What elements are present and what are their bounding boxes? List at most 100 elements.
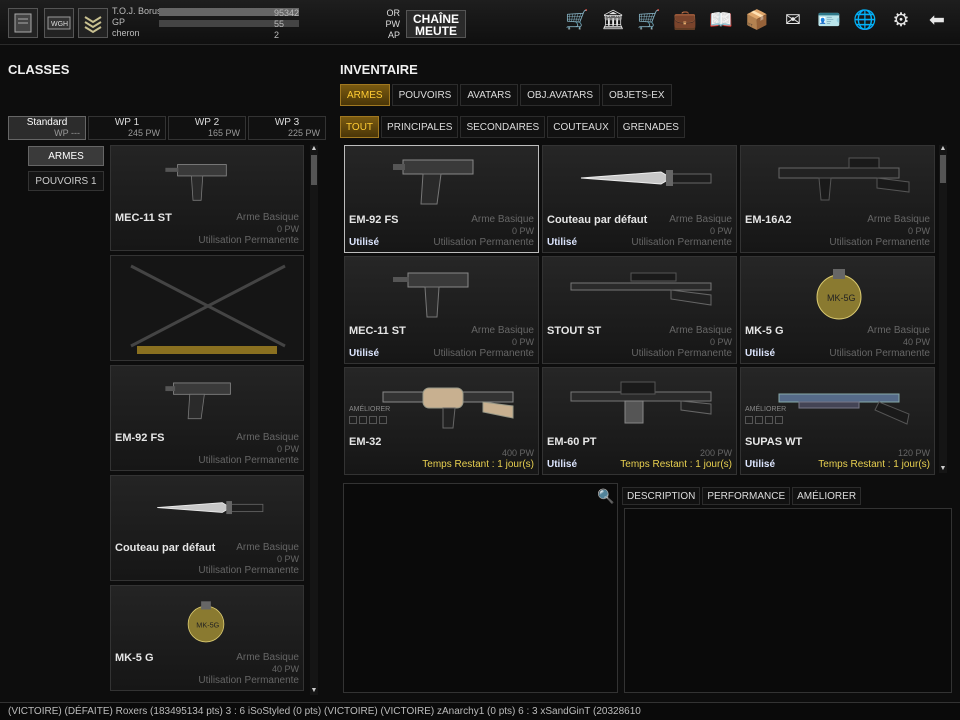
settings-gear-icon[interactable]: ⚙ xyxy=(886,8,916,34)
item-name: EM-60 PT xyxy=(547,436,597,448)
inventory-item-card[interactable]: AMÉLIORER SUPAS WT 120 PW Utilisé Temps Rest… xyxy=(740,367,935,475)
detail-tab[interactable]: PERFORMANCE xyxy=(702,487,791,505)
globe-icon[interactable]: 🌐 xyxy=(850,8,880,34)
detail-tab[interactable]: DESCRIPTION xyxy=(622,487,701,505)
currency-row: 55 PW xyxy=(274,19,400,30)
class-item-card[interactable]: MEC-11 ST Arme Basique 0 PW Utilisation Per… xyxy=(110,145,304,251)
item-name: EM-92 FS xyxy=(349,214,399,226)
class-tab[interactable]: WP 2 165 PW xyxy=(168,116,246,140)
item-type: Arme Basique xyxy=(471,214,534,225)
inventory-subtab[interactable]: SECONDAIRES xyxy=(460,116,546,138)
upgrade-slot xyxy=(745,416,753,424)
item-cost: 0 PW xyxy=(276,444,299,454)
bank-icon[interactable]: 🏛 xyxy=(598,8,628,34)
inventory-item-card[interactable]: MEC-11 ST Arme Basique 0 PW Utilisé Utilisat… xyxy=(344,256,539,364)
inventory-item-card[interactable]: Couteau par défaut Arme Basique 0 PW Utilis… xyxy=(542,145,737,253)
item-usage: Utilisation Permanente xyxy=(198,455,299,466)
scroll-up-icon[interactable]: ▲ xyxy=(939,145,947,153)
scroll-thumb[interactable] xyxy=(940,155,946,183)
weapon-preview-panel: 🔍 xyxy=(343,483,618,693)
item-cost: 0 PW xyxy=(907,226,930,236)
inventory-item-card[interactable]: EM-60 PT 200 PW Utilisé Temps Restant : 1 j… xyxy=(542,367,737,475)
cart-icon[interactable]: 🛒 xyxy=(634,8,664,34)
scroll-down-icon[interactable]: ▼ xyxy=(939,465,947,473)
weapon-image-icon xyxy=(363,370,523,436)
scroll-up-icon[interactable]: ▲ xyxy=(310,145,318,153)
inventory-tab[interactable]: AVATARS xyxy=(460,84,519,106)
weapon-image-icon xyxy=(363,148,523,214)
inventory-scrollbar[interactable]: ▲ ▼ xyxy=(939,145,947,473)
inventory-tab[interactable]: OBJETS-EX xyxy=(602,84,672,106)
item-type: Arme Basique xyxy=(236,652,299,663)
item-usage: Utilisation Permanente xyxy=(198,675,299,686)
class-tab-label: Standard xyxy=(26,117,68,128)
inventory-tab[interactable]: POUVOIRS xyxy=(391,84,459,106)
currency-label: AP xyxy=(387,30,400,40)
scroll-down-icon[interactable]: ▼ xyxy=(310,687,318,695)
item-name: STOUT ST xyxy=(547,325,602,337)
inventory-bag-icon[interactable]: 💼 xyxy=(670,8,700,34)
currency-value: 2 xyxy=(274,30,280,40)
class-item-card[interactable]: Couteau par défaut Arme Basique 0 PW Utilis… xyxy=(110,475,304,581)
upgrade-slot xyxy=(765,416,773,424)
side-button[interactable]: POUVOIRS 1 xyxy=(28,171,104,191)
detail-tab[interactable]: AMÉLIORER xyxy=(792,487,862,505)
upgrade-slots xyxy=(745,416,783,424)
id-card-icon[interactable]: 🪪 xyxy=(814,8,844,34)
zoom-icon[interactable]: 🔍 xyxy=(597,488,614,504)
inventory-subtab[interactable]: TOUT xyxy=(340,116,380,138)
scroll-thumb[interactable] xyxy=(311,155,317,185)
inventory-tab[interactable]: ARMES xyxy=(340,84,390,106)
weapon-image-icon: MK-5G xyxy=(141,592,271,648)
inventory-subtab[interactable]: COUTEAUX xyxy=(547,116,615,138)
mail-icon[interactable]: ✉ xyxy=(778,8,808,34)
inventory-subtab[interactable]: GRENADES xyxy=(616,116,685,138)
inventory-item-card[interactable]: EM-16A2 Arme Basique 0 PW Utilisation Perma… xyxy=(740,145,935,253)
class-tab[interactable]: Standard WP --- xyxy=(8,116,86,140)
inventory-item-card[interactable]: MK-5G MK-5 G Arme Basique 40 PW Utilisé Utili… xyxy=(740,256,935,364)
item-usage: Utilisation Permanente xyxy=(433,348,534,359)
notepad-icon[interactable] xyxy=(8,8,38,38)
clan-chain-button[interactable]: CHAÎNE MEUTE xyxy=(406,10,466,38)
item-status: Utilisé xyxy=(547,459,578,470)
back-arrow-icon[interactable]: ⬅ xyxy=(922,8,952,34)
currency-label: OR xyxy=(386,8,401,18)
inventory-item-card[interactable]: EM-92 FS Arme Basique 0 PW Utilisé Utilisati… xyxy=(344,145,539,253)
item-type: Arme Basique xyxy=(471,325,534,336)
item-name: EM-32 xyxy=(349,436,382,448)
class-item-card[interactable] xyxy=(110,255,304,361)
class-tab[interactable]: WP 1 245 PW xyxy=(88,116,166,140)
inventory-tab[interactable]: OBJ.AVATARS xyxy=(520,84,601,106)
detail-tabs: DESCRIPTION PERFORMANCE AMÉLIORER xyxy=(622,487,863,505)
book-icon[interactable]: 📖 xyxy=(706,8,736,34)
item-status: Utilisé xyxy=(745,459,776,470)
class-item-card[interactable]: EM-92 FS Arme Basique 0 PW Utilisation Perm… xyxy=(110,365,304,471)
class-scrollbar[interactable]: ▲ ▼ xyxy=(310,145,318,695)
shop-basket-icon[interactable]: 🛒 xyxy=(562,8,592,34)
top-icons: 🛒 🏛 🛒 💼 📖 📦 ✉ 🪪 🌐 ⚙ ⬅ xyxy=(562,8,952,34)
top-bar: WGH T.O.J. Borus GP cheron 95342 OR 55 PW 2 A… xyxy=(0,0,960,45)
class-tab-label: WP 2 xyxy=(194,117,220,128)
side-button[interactable]: ARMES xyxy=(28,146,104,166)
item-time-left: Temps Restant : 1 jour(s) xyxy=(620,459,732,470)
item-cost: 0 PW xyxy=(511,226,534,236)
item-cost: 200 PW xyxy=(699,448,732,458)
upgrade-slot xyxy=(349,416,357,424)
class-tab[interactable]: WP 3 225 PW xyxy=(248,116,326,140)
inventory-subtab[interactable]: PRINCIPALES xyxy=(381,116,459,138)
inventory-item-card[interactable]: AMÉLIORER EM-32 400 PW Temps Restant : 1 jo… xyxy=(344,367,539,475)
weapon-image-icon xyxy=(561,370,721,436)
rank-insignia-icon xyxy=(78,8,108,38)
box-icon[interactable]: 📦 xyxy=(742,8,772,34)
item-name: MEC-11 ST xyxy=(349,325,406,337)
item-cost: 120 PW xyxy=(897,448,930,458)
class-tab-label: WP 3 xyxy=(274,117,300,128)
class-item-card[interactable]: MK-5G MK-5 G Arme Basique 40 PW Utilisation … xyxy=(110,585,304,691)
class-tab-label: WP 1 xyxy=(114,117,140,128)
weapon-image-icon xyxy=(141,372,271,428)
inventory-item-card[interactable]: STOUT ST Arme Basique 0 PW Utilisation Perm… xyxy=(542,256,737,364)
item-cost: 40 PW xyxy=(271,664,299,674)
class-tab-cost: 245 PW xyxy=(127,128,160,138)
weapon-image-icon xyxy=(759,370,919,436)
inventory-subtabs: TOUT PRINCIPALES SECONDAIRES COUTEAUX GRENAD… xyxy=(340,116,687,138)
